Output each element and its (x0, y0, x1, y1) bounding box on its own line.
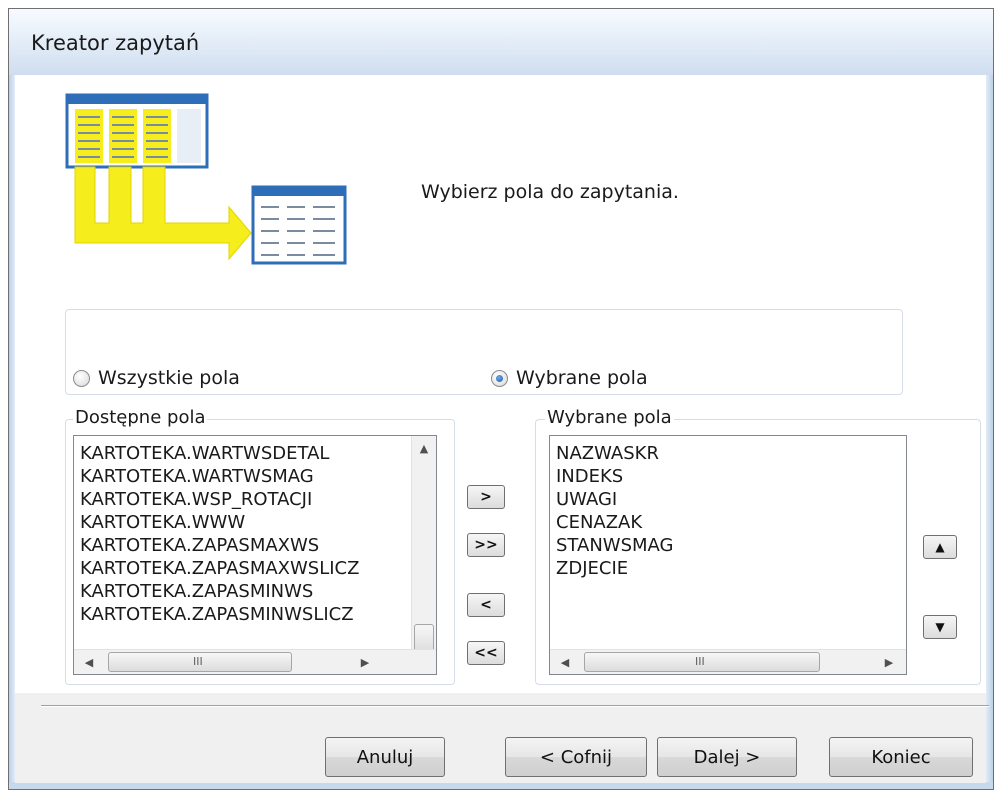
query-wizard-illustration-icon (65, 93, 347, 265)
scroll-right-arrow-icon[interactable]: ▶ (880, 652, 898, 672)
available-horizontal-scrollbar[interactable]: ◀ III ▶ (74, 649, 436, 674)
list-item[interactable]: INDEKS (556, 465, 674, 488)
selected-fields-list[interactable]: NAZWASKR INDEKS UWAGI CENAZAK STANWSMAG … (549, 435, 907, 675)
arrow-up-icon: ▲ (935, 540, 945, 554)
list-item[interactable]: KARTOTEKA.WWW (80, 511, 359, 534)
list-item[interactable]: KARTOTEKA.WSP_ROTACJI (80, 488, 359, 511)
footer-separator (41, 705, 989, 707)
list-item[interactable]: ZDJECIE (556, 557, 674, 580)
wizard-page: Wybierz pola do zapytania. Wszystkie pol… (15, 75, 986, 693)
back-button[interactable]: < Cofnij (505, 737, 647, 777)
list-item[interactable]: CENAZAK (556, 511, 674, 534)
radio-all-fields-indicator (73, 369, 90, 387)
radio-selected-fields-indicator (491, 369, 508, 387)
selected-fields-label: Wybrane pola (545, 407, 674, 428)
add-field-button[interactable]: > (467, 485, 505, 509)
title-bar[interactable]: Kreator zapytań (9, 9, 993, 75)
selected-fields-items: NAZWASKR INDEKS UWAGI CENAZAK STANWSMAG … (556, 442, 674, 580)
radio-selected-fields-label: Wybrane pola (516, 367, 648, 389)
list-item[interactable]: KARTOTEKA.WARTWSDETAL (80, 442, 359, 465)
arrow-down-icon: ▼ (935, 620, 945, 634)
cancel-button[interactable]: Anuluj (325, 737, 445, 777)
available-fields-list[interactable]: KARTOTEKA.WARTWSDETAL KARTOTEKA.WARTWSMA… (73, 435, 437, 675)
available-horizontal-scroll-thumb[interactable]: III (108, 652, 292, 672)
scroll-right-arrow-icon[interactable]: ▶ (356, 652, 374, 672)
wizard-instruction: Wybierz pola do zapytania. (421, 181, 679, 203)
scroll-grip-icon: III (695, 655, 705, 668)
list-item[interactable]: KARTOTEKA.WARTWSMAG (80, 465, 359, 488)
available-fields-label: Dostępne pola (73, 407, 208, 428)
move-up-button[interactable]: ▲ (923, 535, 957, 559)
scroll-left-arrow-icon[interactable]: ◀ (80, 652, 98, 672)
window-frame-right (986, 75, 993, 789)
list-item[interactable]: KARTOTEKA.ZAPASMAXWSLICZ (80, 557, 359, 580)
available-fields-items: KARTOTEKA.WARTWSDETAL KARTOTEKA.WARTWSMA… (80, 442, 359, 626)
list-item[interactable]: KARTOTEKA.ZAPASMINWSLICZ (80, 603, 359, 626)
selected-horizontal-scroll-thumb[interactable]: III (584, 652, 820, 672)
remove-all-fields-button[interactable]: << (467, 641, 505, 665)
radio-selected-fields[interactable]: Wybrane pola (491, 367, 648, 389)
window-frame-bottom (9, 782, 993, 789)
list-item[interactable]: KARTOTEKA.ZAPASMAXWS (80, 534, 359, 557)
window-title: Kreator zapytań (31, 31, 200, 55)
radio-all-fields-label: Wszystkie pola (98, 367, 240, 389)
scroll-left-arrow-icon[interactable]: ◀ (556, 652, 574, 672)
query-wizard-window: Kreator zapytań Wybierz pola do zapytani… (8, 8, 994, 790)
scroll-grip-icon: III (193, 655, 203, 668)
move-down-button[interactable]: ▼ (923, 615, 957, 639)
list-item[interactable]: KARTOTEKA.ZAPASMINWS (80, 580, 359, 603)
list-item[interactable]: STANWSMAG (556, 534, 674, 557)
next-button[interactable]: Dalej > (657, 737, 797, 777)
remove-field-button[interactable]: < (467, 593, 505, 617)
selected-horizontal-scrollbar[interactable]: ◀ III ▶ (550, 649, 906, 674)
finish-button[interactable]: Koniec (829, 737, 973, 777)
scroll-up-arrow-icon[interactable]: ▲ (412, 438, 436, 458)
available-vertical-scrollbar[interactable]: ▲ ▼ (411, 436, 436, 674)
list-item[interactable]: NAZWASKR (556, 442, 674, 465)
add-all-fields-button[interactable]: >> (467, 533, 505, 557)
radio-all-fields[interactable]: Wszystkie pola (73, 367, 240, 389)
list-item[interactable]: UWAGI (556, 488, 674, 511)
dialog-client-area: Wybierz pola do zapytania. Wszystkie pol… (15, 75, 989, 783)
